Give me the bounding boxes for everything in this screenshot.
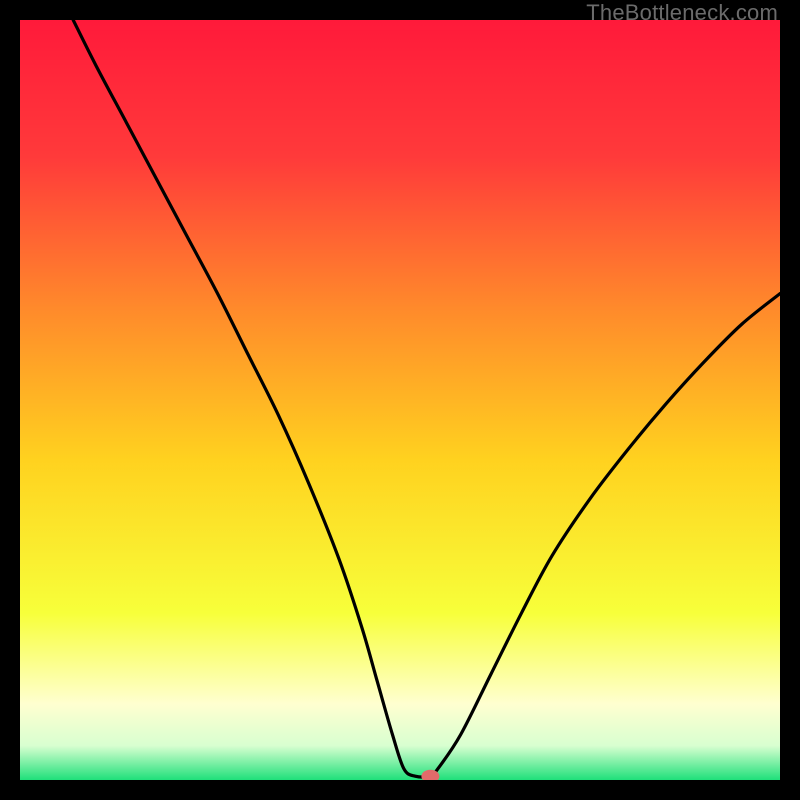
- chart-frame: [20, 20, 780, 780]
- chart-plot: [20, 20, 780, 780]
- watermark-text: TheBottleneck.com: [586, 0, 778, 26]
